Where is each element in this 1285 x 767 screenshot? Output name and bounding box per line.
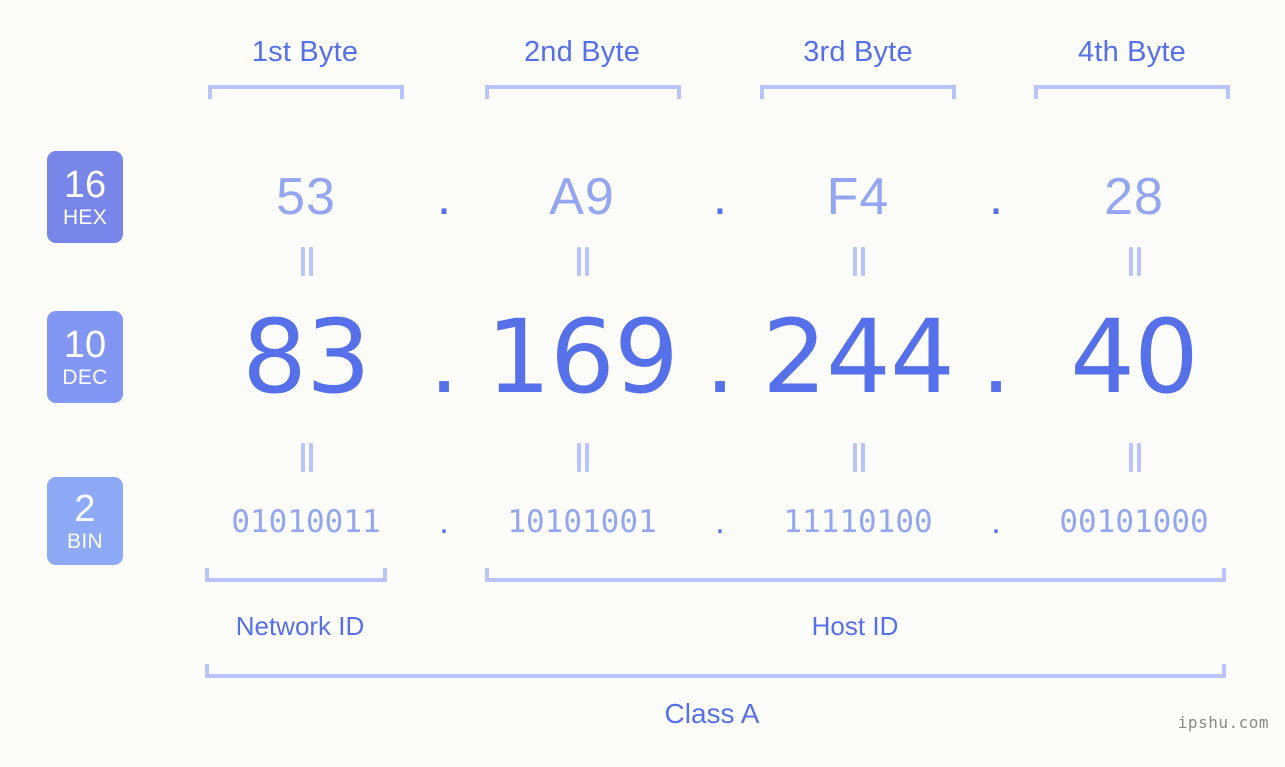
- base-badge-hex-name: HEX: [62, 206, 108, 229]
- host-id-bracket: [485, 568, 1226, 582]
- equality-row-hex-dec: [160, 244, 1265, 278]
- base-badge-bin-name: BIN: [67, 530, 103, 553]
- bin-value-row: 01010011 . 10101001 . 11110100 . 0010100…: [160, 494, 1265, 550]
- equals-icon: [1128, 246, 1141, 276]
- byte-bracket-3: [760, 85, 956, 99]
- base-badge-bin: 2 BIN: [47, 477, 123, 565]
- bin-separator-2: .: [715, 503, 725, 541]
- byte-header-3: 3rd Byte: [803, 36, 913, 68]
- hex-value-row: 53 . A9 . F4 . 28: [160, 152, 1265, 242]
- dec-octet-4: 40: [1070, 297, 1199, 417]
- equals-icon: [300, 246, 313, 276]
- hex-separator-2: .: [712, 168, 728, 226]
- equality-row-dec-bin: [160, 440, 1265, 474]
- hex-separator-1: .: [436, 168, 452, 226]
- bin-separator-1: .: [439, 503, 449, 541]
- base-badge-hex-number: 16: [63, 164, 107, 206]
- hex-separator-3: .: [988, 168, 1004, 226]
- base-badge-dec: 10 DEC: [47, 311, 123, 403]
- dec-octet-2: 169: [486, 297, 679, 417]
- dec-value-row: 83 . 169 . 244 . 40: [160, 297, 1265, 417]
- equality-mark-1: [208, 246, 404, 276]
- class-label: Class A: [664, 698, 760, 729]
- host-id-label: Host ID: [811, 611, 899, 641]
- equality-mark-3: [760, 246, 956, 276]
- bin-octet-1: 01010011: [231, 504, 381, 540]
- dec-octet-1: 83: [242, 297, 371, 417]
- base-badge-hex: 16 HEX: [47, 151, 123, 243]
- equality-mark-8: [1036, 442, 1232, 472]
- hex-octet-4: 28: [1104, 168, 1164, 226]
- dec-separator-2: .: [705, 300, 735, 414]
- byte-bracket-2: [485, 85, 681, 99]
- hex-octet-3: F4: [826, 168, 890, 226]
- network-id-label: Network ID: [235, 611, 365, 641]
- hex-octet-1: 53: [276, 168, 336, 226]
- byte-bracket-1: [208, 85, 404, 99]
- byte-header-4: 4th Byte: [1078, 36, 1186, 68]
- site-watermark: ipshu.com: [1177, 713, 1269, 732]
- byte-header-1: 1st Byte: [251, 36, 359, 68]
- equals-icon: [852, 442, 865, 472]
- equals-icon: [852, 246, 865, 276]
- equality-mark-6: [484, 442, 680, 472]
- equality-mark-7: [760, 442, 956, 472]
- base-badge-dec-number: 10: [63, 324, 107, 366]
- dec-separator-1: .: [429, 300, 459, 414]
- base-badge-bin-number: 2: [74, 488, 96, 530]
- byte-header-2: 2nd Byte: [523, 36, 641, 68]
- base-badge-dec-name: DEC: [62, 366, 108, 389]
- ip-address-breakdown-diagram: 1st Byte 2nd Byte 3rd Byte 4th Byte 16 H…: [0, 0, 1285, 767]
- dec-octet-3: 244: [762, 297, 955, 417]
- equality-mark-2: [484, 246, 680, 276]
- equals-icon: [576, 442, 589, 472]
- equality-mark-4: [1036, 246, 1232, 276]
- hex-octet-2: A9: [549, 168, 615, 226]
- dec-separator-3: .: [981, 300, 1011, 414]
- equals-icon: [576, 246, 589, 276]
- equals-icon: [300, 442, 313, 472]
- bin-octet-3: 11110100: [783, 504, 933, 540]
- bin-separator-3: .: [991, 503, 1001, 541]
- equals-icon: [1128, 442, 1141, 472]
- bin-octet-2: 10101001: [507, 504, 657, 540]
- byte-bracket-4: [1034, 85, 1230, 99]
- class-bracket: [205, 664, 1226, 678]
- bin-octet-4: 00101000: [1059, 504, 1209, 540]
- network-id-bracket: [205, 568, 387, 582]
- equality-mark-5: [208, 442, 404, 472]
